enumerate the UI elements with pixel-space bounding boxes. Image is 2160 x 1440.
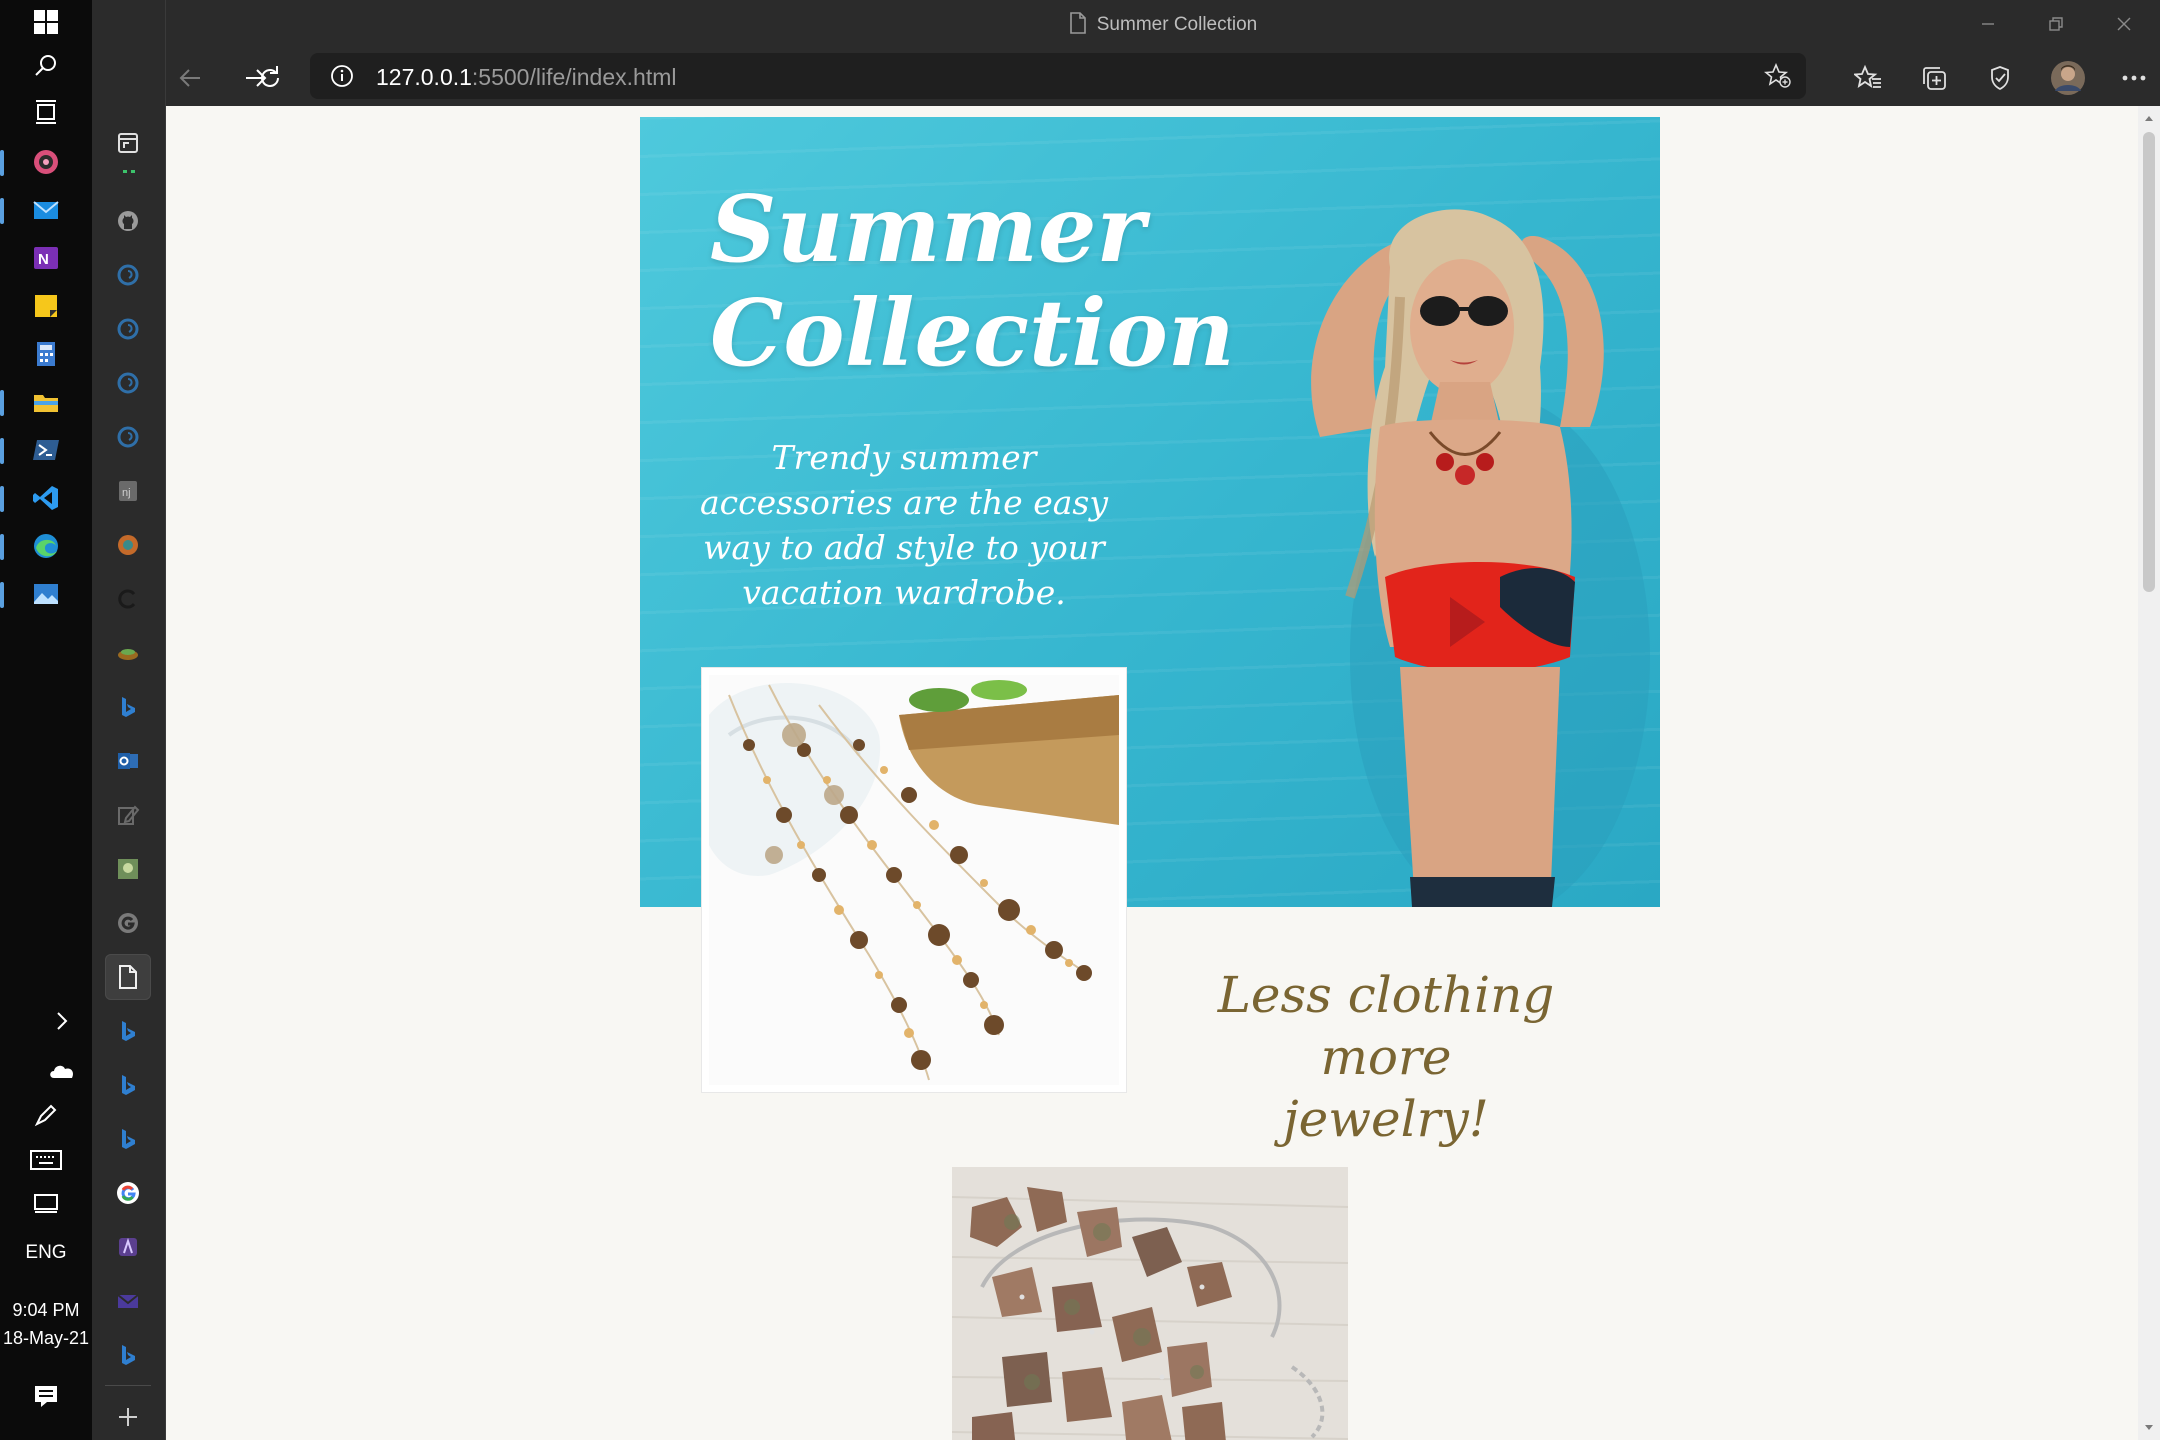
bing-icon[interactable] (105, 1116, 151, 1162)
tab-actions-icon[interactable] (105, 120, 151, 166)
hero-title-line1: Summer (710, 175, 1146, 283)
photos-icon[interactable] (28, 576, 64, 612)
clock-date[interactable]: 18-May-21 (0, 1328, 92, 1349)
running-indicator (0, 390, 4, 416)
site-info-icon[interactable] (330, 64, 354, 88)
windows-taskbar: N ENG 9:04 PM 18-May-21 (0, 0, 92, 1440)
calculator-icon[interactable] (28, 336, 64, 372)
running-indicator (0, 150, 4, 176)
reload-button[interactable] (248, 56, 292, 100)
collections-button[interactable] (1912, 56, 1956, 100)
edge-tab-icon[interactable] (105, 414, 151, 460)
tab-icon[interactable] (105, 846, 151, 892)
add-favorite-icon[interactable] (1764, 63, 1792, 89)
scrollbar-thumb[interactable] (2143, 132, 2155, 592)
google-icon[interactable] (105, 900, 151, 946)
page-icon (1069, 12, 1086, 34)
github-icon[interactable] (105, 198, 151, 244)
chevron-right-icon[interactable] (44, 1003, 80, 1039)
url-path: :5500/life/index.html (471, 64, 677, 90)
scroll-down-icon[interactable] (2144, 1424, 2154, 1432)
groove-music-icon[interactable] (28, 144, 64, 180)
extensions-button[interactable] (1978, 56, 2022, 100)
hero-subtitle: Trendy summer accessories are the easy w… (700, 438, 1108, 612)
sticky-notes-icon[interactable] (28, 288, 64, 324)
window-title: Summer Collection (166, 12, 2160, 36)
url-host: 127.0.0.1 (376, 64, 472, 90)
tagline-line2: jewelry! (1283, 1090, 1489, 1148)
edge-tab-icon[interactable] (105, 306, 151, 352)
tagline: Less clothing more jewelry! (1146, 964, 1626, 1150)
model-photo (1311, 209, 1650, 907)
back-button[interactable] (168, 56, 212, 100)
outlook-icon[interactable] (105, 738, 151, 784)
running-indicator (0, 198, 4, 224)
vscode-icon[interactable] (28, 480, 64, 516)
mail-icon[interactable] (28, 192, 64, 228)
onedrive-icon[interactable] (44, 1052, 80, 1088)
profile-avatar[interactable] (2046, 56, 2090, 100)
onenote-icon[interactable]: N (28, 240, 64, 276)
touchpad-icon[interactable] (28, 1186, 64, 1222)
search-icon[interactable] (28, 48, 64, 84)
bracelet-image (952, 1167, 1348, 1440)
page-viewport: Summer Collection Trendy summer accessor… (166, 106, 2138, 1440)
tab-icon[interactable] (105, 1224, 151, 1270)
bing-icon[interactable] (105, 1062, 151, 1108)
window-title-text: Summer Collection (1096, 14, 1258, 35)
edge-tab-icon[interactable] (105, 360, 151, 406)
windows-start-icon[interactable] (28, 4, 64, 40)
bing-icon[interactable] (105, 1008, 151, 1054)
file-explorer-icon[interactable] (28, 384, 64, 420)
language-indicator[interactable]: ENG (0, 1242, 92, 1264)
running-indicator (0, 582, 4, 608)
new-tab-icon[interactable] (105, 1394, 151, 1440)
loading-icon[interactable] (105, 576, 151, 622)
title-bar: Summer Collection (166, 0, 2160, 48)
necklace-photo (702, 668, 1126, 1092)
tab-icon[interactable] (105, 630, 151, 676)
svg-text:N: N (38, 251, 49, 268)
address-bar[interactable]: 127.0.0.1:5500/life/index.html (310, 53, 1806, 99)
settings-more-button[interactable] (2112, 56, 2156, 100)
minimize-button[interactable] (1958, 6, 2018, 42)
edge-tab-icon[interactable] (105, 252, 151, 298)
tab-divider (105, 1385, 151, 1386)
browser-toolbar: 127.0.0.1:5500/life/index.html (166, 48, 2160, 106)
nodejs-icon[interactable]: nj (105, 468, 151, 514)
close-button[interactable] (2094, 6, 2154, 42)
reload-icon (261, 66, 279, 87)
running-indicator (0, 438, 4, 464)
keyboard-icon[interactable] (28, 1142, 64, 1178)
hero-title-line2: Collection (710, 279, 1235, 387)
running-indicator (0, 486, 4, 512)
url-text[interactable]: 127.0.0.1:5500/life/index.html (376, 64, 677, 91)
tab-divider (123, 170, 135, 174)
page-icon[interactable] (105, 954, 151, 1000)
vertical-tab-strip: nj (92, 0, 166, 1440)
tab-icon[interactable] (105, 522, 151, 568)
svg-text:nj: nj (122, 487, 131, 499)
running-indicator (0, 534, 4, 560)
google-icon[interactable] (105, 1170, 151, 1216)
scroll-up-icon[interactable] (2144, 114, 2154, 122)
clock-time[interactable]: 9:04 PM (0, 1300, 92, 1321)
vertical-scrollbar[interactable] (2138, 106, 2160, 1440)
bing-icon[interactable] (105, 684, 151, 730)
task-view-icon[interactable] (28, 94, 64, 130)
notification-center-icon[interactable] (28, 1378, 64, 1414)
edit-icon[interactable] (105, 792, 151, 838)
necklace-image (709, 675, 1119, 1085)
bing-icon[interactable] (105, 1332, 151, 1378)
hero-title: Summer Collection (710, 175, 1235, 387)
powershell-icon[interactable] (28, 432, 64, 468)
tab-icon[interactable] (105, 1278, 151, 1324)
favorites-button[interactable] (1846, 56, 1890, 100)
tagline-line1: Less clothing more (1217, 966, 1555, 1086)
bracelet-photo (952, 1167, 1348, 1440)
pen-icon[interactable] (28, 1097, 64, 1133)
edge-icon[interactable] (28, 528, 64, 564)
restore-button[interactable] (2026, 6, 2086, 42)
